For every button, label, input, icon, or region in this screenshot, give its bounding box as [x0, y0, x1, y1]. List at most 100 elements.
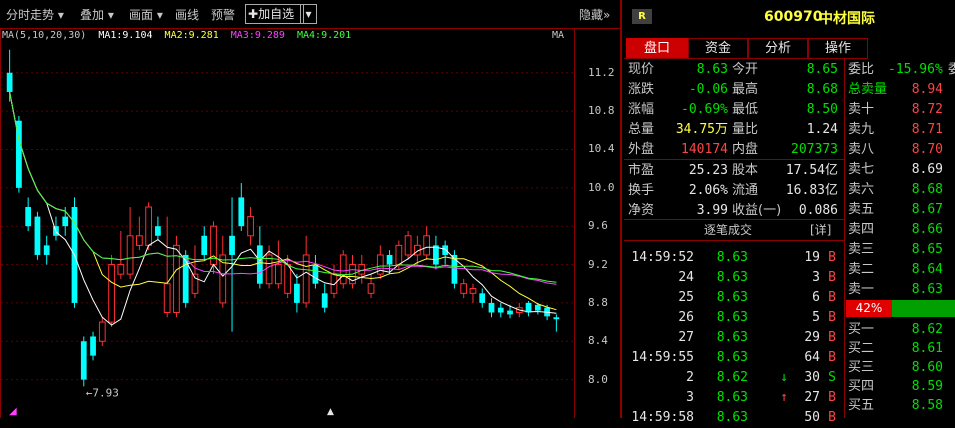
add-watchlist-label: 加自选 [258, 7, 295, 21]
sell-level-price: 8.69 [911, 162, 943, 177]
add-watchlist-button[interactable]: ✚加自选 [245, 4, 304, 24]
weibi-suffix: 委 [948, 62, 955, 77]
overlay-menu[interactable]: 叠加 ▾ [80, 6, 114, 23]
tick-price: 8.63 [716, 350, 748, 365]
quote-value: 8.68 [806, 82, 838, 97]
candle-body [367, 283, 375, 294]
sell-level-row[interactable]: 卖十 8.72 [848, 100, 955, 120]
buy-level-price: 8.58 [911, 398, 943, 413]
candle [155, 216, 161, 241]
candle [497, 302, 504, 318]
sell-level-row[interactable]: 卖一 8.63 [848, 280, 955, 300]
sell-level-label: 卖六 [848, 182, 875, 197]
quote-label: 量比 [732, 122, 759, 137]
candle [173, 235, 180, 318]
dropdown-arrow-icon: ▾ [54, 8, 64, 22]
buy-level-price: 8.61 [911, 341, 943, 356]
tab-operation[interactable]: 操作 [808, 38, 868, 59]
tab-funds[interactable]: 资金 [688, 38, 748, 59]
buy-level-row[interactable]: 买三 8.60 [848, 358, 955, 378]
buy-level-label: 买三 [848, 360, 875, 375]
alert-button[interactable]: 预警 [211, 6, 235, 23]
quote-row: 市盈 25.23 股本 17.54亿 [624, 161, 844, 181]
quote-label: 换手 [628, 183, 655, 198]
tick-price: 8.63 [716, 410, 748, 425]
sell-level-price: 8.64 [911, 262, 943, 277]
sell-level-row[interactable]: 卖九 8.71 [848, 120, 955, 140]
candle [191, 245, 199, 299]
sell-level-row[interactable]: 卖四 8.66 [848, 220, 955, 240]
candle [25, 197, 32, 231]
tab-analysis[interactable]: 分析 [748, 38, 808, 59]
sell-level-row[interactable]: 卖三 8.65 [848, 240, 955, 260]
minute-chart-menu[interactable]: 分时走势 ▾ [6, 6, 64, 23]
tick-direction: B [828, 330, 836, 345]
quote-value: 0.086 [798, 203, 838, 218]
buy-level-label: 买二 [848, 341, 875, 356]
candle-body [488, 302, 495, 313]
quote-row: 外盘 140174 内盘 207373 [624, 140, 844, 160]
tick-volume: 27 [804, 390, 820, 405]
candle [247, 207, 254, 246]
drawing-menu[interactable]: 画面 ▾ [129, 6, 163, 23]
corner-marker-icon: ◢ [9, 406, 17, 417]
price-axis-label: 10.4 [588, 142, 615, 156]
candle-body [312, 264, 319, 284]
candle-body [507, 310, 513, 315]
buy-level-row[interactable]: 买二 8.61 [848, 339, 955, 359]
candle [376, 245, 384, 279]
candle [339, 250, 347, 289]
candle-body [201, 235, 208, 255]
tick-volume: 6 [812, 290, 820, 305]
tick-time: 14:59:55 [631, 350, 694, 365]
sell-level-row[interactable]: 卖八 8.70 [848, 140, 955, 160]
price-axis-label: 8.4 [588, 334, 608, 348]
sell-level-price: 8.67 [911, 202, 943, 217]
quote-value: 8.50 [806, 102, 838, 117]
tick-time: 24 [678, 270, 694, 285]
quote-label: 外盘 [628, 142, 655, 157]
tick-time: 27 [678, 330, 694, 345]
candle-body [145, 206, 153, 246]
tick-direction: B [828, 350, 836, 365]
quote-row: 现价 8.63 今开 8.65 [624, 60, 844, 80]
sell-level-price: 8.72 [911, 102, 943, 117]
draw-line-button[interactable]: 画线 [175, 6, 199, 23]
candle-body [274, 264, 282, 285]
sell-level-row[interactable]: 卖二 8.64 [848, 260, 955, 280]
tick-price: 8.62 [716, 370, 748, 385]
tick-price: 8.63 [716, 250, 748, 265]
sell-level-row[interactable]: 卖六 8.68 [848, 180, 955, 200]
candlestick-chart[interactable]: ←11.44←7.93▲◢ [1, 44, 574, 418]
buy-level-row[interactable]: 买一 8.62 [848, 320, 955, 340]
watchlist-dropdown-button[interactable]: ▾ [300, 4, 317, 24]
candle [274, 240, 282, 289]
hide-panel-button[interactable]: 隐藏» [579, 6, 610, 23]
buy-sell-ratio-bar: 42% [846, 300, 955, 317]
candle [294, 274, 300, 313]
buy-level-row[interactable]: 买五 8.58 [848, 396, 955, 416]
candle-body [460, 283, 468, 294]
candle-body [163, 283, 171, 313]
tabs-underline [624, 58, 844, 59]
buy-level-row[interactable]: 买四 8.59 [848, 377, 955, 397]
sell-level-row[interactable]: 卖五 8.67 [848, 200, 955, 220]
price-axis-label: 9.2 [588, 257, 608, 271]
panel-divider [620, 0, 622, 418]
candle-body [155, 226, 161, 236]
candle-body [62, 216, 69, 227]
tick-row: 26 8.63 5 B [624, 308, 844, 328]
tab-handicap[interactable]: 盘口 [626, 38, 688, 59]
ticks-detail-link[interactable]: [详] [810, 220, 831, 240]
candle [163, 216, 171, 318]
tick-direction: B [828, 270, 836, 285]
candle [53, 216, 59, 241]
ma3-value: MA3:9.289 [230, 30, 285, 41]
quote-label: 内盘 [732, 142, 759, 157]
book-divider [844, 58, 845, 418]
sell-level-price: 8.71 [911, 122, 943, 137]
sell-level-label: 卖二 [848, 262, 875, 277]
cursor-triangle-icon: ▲ [327, 407, 334, 417]
sell-level-row[interactable]: 卖七 8.69 [848, 160, 955, 180]
sell-level-label: 卖七 [848, 162, 875, 177]
